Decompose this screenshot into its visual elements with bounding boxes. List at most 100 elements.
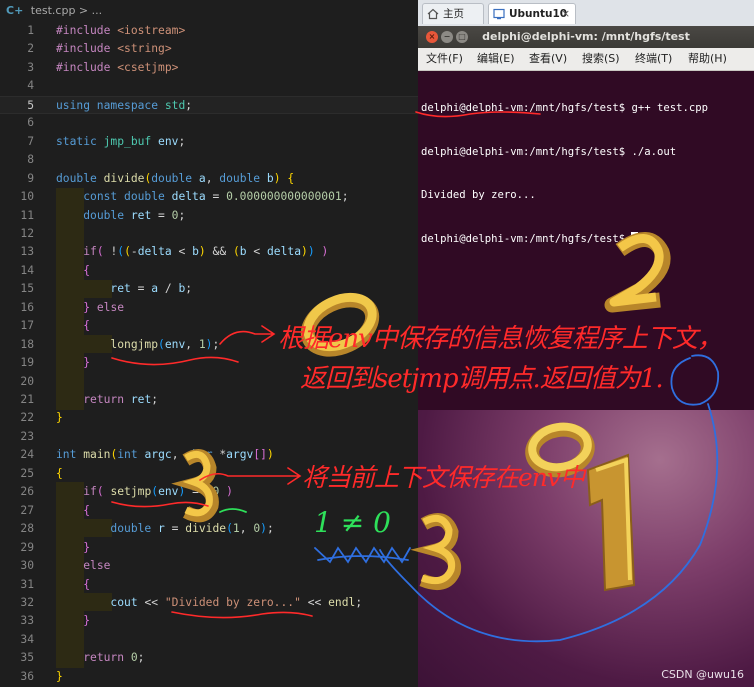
desktop-background: CSDN @uwu16 bbox=[418, 410, 754, 687]
annotation-setjmp: 将当前上下文保存在env中 bbox=[302, 463, 585, 492]
terminal-title: delphi@delphi-vm: /mnt/hgfs/test bbox=[482, 30, 690, 43]
code-text: } bbox=[83, 614, 91, 628]
terminal-output[interactable]: delphi@delphi-vm:/mnt/hgfs/test$ g++ tes… bbox=[421, 72, 751, 275]
line-number: 6 bbox=[27, 116, 34, 130]
tab-ubuntu[interactable]: Ubuntu10 × bbox=[488, 3, 576, 24]
line-number: 5 bbox=[27, 98, 34, 112]
code-text: longjmp(env, 1); bbox=[110, 337, 220, 351]
code-line[interactable]: 10 const double delta = 0.00000000000000… bbox=[0, 188, 418, 206]
code-line[interactable]: 14 { bbox=[0, 262, 418, 280]
code-text: } bbox=[83, 540, 91, 554]
line-number: 24 bbox=[20, 448, 34, 462]
code-line[interactable]: 12 bbox=[0, 225, 418, 243]
line-number: 21 bbox=[20, 393, 34, 406]
line-number: 3 bbox=[27, 60, 34, 74]
code-line[interactable]: 2 #include <string> bbox=[0, 40, 418, 58]
menu-file[interactable]: 文件(F) bbox=[426, 48, 463, 70]
tab-home[interactable]: 主页 bbox=[422, 3, 484, 24]
line-number: 31 bbox=[20, 577, 34, 591]
code-line[interactable]: 36} bbox=[0, 668, 418, 686]
code-line[interactable]: 1 #include <iostream> bbox=[0, 22, 418, 40]
line-number: 10 bbox=[20, 190, 34, 204]
line-number: 11 bbox=[20, 208, 34, 222]
code-line[interactable]: 15 ret = a / b; bbox=[0, 280, 418, 298]
line-number: 18 bbox=[20, 337, 34, 351]
code-text: double r = divide(1, 0); bbox=[110, 522, 274, 536]
terminal-line: delphi@delphi-vm:/mnt/hgfs/test$ g++ tes… bbox=[421, 102, 709, 114]
code-line[interactable]: 9 double divide(double a, double b) { bbox=[0, 170, 418, 188]
code-line[interactable]: 32 cout << "Divided by zero..." << endl; bbox=[0, 594, 418, 612]
code-line[interactable]: 33 } bbox=[0, 612, 418, 630]
code-line[interactable]: 29 } bbox=[0, 539, 418, 557]
line-number: 29 bbox=[20, 540, 34, 554]
code-text: #include <string> bbox=[56, 42, 172, 56]
breadcrumb[interactable]: C+ test.cpp > ... bbox=[0, 0, 418, 22]
line-number: 15 bbox=[20, 282, 34, 296]
breadcrumb-path[interactable]: test.cpp > ... bbox=[31, 4, 102, 17]
line-number: 34 bbox=[20, 632, 34, 646]
code-line[interactable]: 13 if( !((-delta < b) && (b < delta)) ) bbox=[0, 243, 418, 261]
code-line[interactable]: 30 else bbox=[0, 557, 418, 575]
code-line[interactable]: 16 } else bbox=[0, 299, 418, 317]
maximize-button[interactable]: □ bbox=[456, 31, 468, 43]
line-number: 22 bbox=[20, 411, 34, 425]
line-number: 12 bbox=[20, 226, 34, 240]
annotation-longjmp-line2: 返回到setjmp调用点.返回值为1. bbox=[300, 364, 664, 394]
code-line[interactable]: 35 return 0; bbox=[0, 649, 418, 667]
line-number: 9 bbox=[27, 171, 34, 185]
code-line[interactable]: 34 bbox=[0, 631, 418, 649]
code-line[interactable]: 3 #include <csetjmp> bbox=[0, 59, 418, 77]
menu-view[interactable]: 查看(V) bbox=[529, 48, 567, 70]
line-number: 7 bbox=[27, 134, 34, 148]
code-text: { bbox=[83, 319, 91, 333]
annotation-longjmp-line1: 根据env中保存的信息恢复程序上下文， bbox=[278, 324, 723, 354]
code-text: const double delta = 0.000000000000001; bbox=[83, 190, 349, 204]
tab-home-label: 主页 bbox=[443, 8, 464, 20]
code-line[interactable]: 22} bbox=[0, 409, 418, 427]
line-number: 20 bbox=[20, 374, 34, 388]
menu-help[interactable]: 帮助(H) bbox=[688, 48, 727, 70]
code-text: #include <csetjmp> bbox=[56, 60, 179, 74]
code-line[interactable]: 31 { bbox=[0, 576, 418, 594]
minimize-button[interactable]: − bbox=[441, 31, 453, 43]
cpp-file-icon: C+ bbox=[6, 4, 24, 17]
close-icon[interactable]: × bbox=[561, 4, 570, 25]
line-number: 23 bbox=[20, 429, 34, 443]
close-window-button[interactable]: × bbox=[426, 31, 438, 43]
line-number: 8 bbox=[27, 153, 34, 167]
vm-icon bbox=[493, 8, 505, 20]
line-number: 14 bbox=[20, 263, 34, 277]
tab-ubuntu-label: Ubuntu10 bbox=[509, 8, 568, 20]
terminal-line: Divided by zero... bbox=[421, 189, 536, 201]
code-text: { bbox=[83, 263, 91, 277]
code-line[interactable]: 6 bbox=[0, 114, 418, 132]
code-line[interactable]: 5 using namespace std; bbox=[0, 95, 418, 115]
code-text: } bbox=[56, 669, 63, 683]
menu-search[interactable]: 搜索(S) bbox=[582, 48, 620, 70]
code-text: double divide(double a, double b) { bbox=[56, 171, 295, 185]
code-text: int main(int argc, char *argv[]) bbox=[56, 448, 274, 462]
code-line[interactable]: 11 double ret = 0; bbox=[0, 207, 418, 225]
code-line[interactable]: 7 static jmp_buf env; bbox=[0, 133, 418, 151]
line-number: 28 bbox=[20, 522, 34, 536]
terminal-menubar: 文件(F) 编辑(E) 查看(V) 搜索(S) 终端(T) 帮助(H) bbox=[418, 48, 754, 71]
code-line[interactable]: 23 bbox=[0, 428, 418, 446]
menu-terminal[interactable]: 终端(T) bbox=[635, 48, 672, 70]
code-text: #include <iostream> bbox=[56, 24, 186, 37]
code-line[interactable]: 4 bbox=[0, 77, 418, 95]
code-text: } bbox=[83, 356, 91, 370]
terminal-titlebar[interactable]: × − □ delphi@delphi-vm: /mnt/hgfs/test bbox=[418, 26, 754, 48]
code-text: cout << "Divided by zero..." << endl; bbox=[110, 595, 363, 609]
menu-edit[interactable]: 编辑(E) bbox=[477, 48, 515, 70]
annotation-not-equal: 1 ≠ 0 bbox=[314, 506, 391, 539]
code-text: using namespace std; bbox=[56, 98, 193, 112]
line-number: 35 bbox=[20, 651, 34, 665]
line-number: 4 bbox=[27, 79, 34, 93]
code-text: return ret; bbox=[83, 393, 159, 406]
code-text: return 0; bbox=[83, 651, 145, 665]
code-text: { bbox=[83, 503, 91, 517]
home-icon bbox=[427, 8, 439, 20]
code-line[interactable]: 8 bbox=[0, 151, 418, 169]
line-number: 33 bbox=[20, 614, 34, 628]
line-number: 1 bbox=[27, 24, 34, 37]
